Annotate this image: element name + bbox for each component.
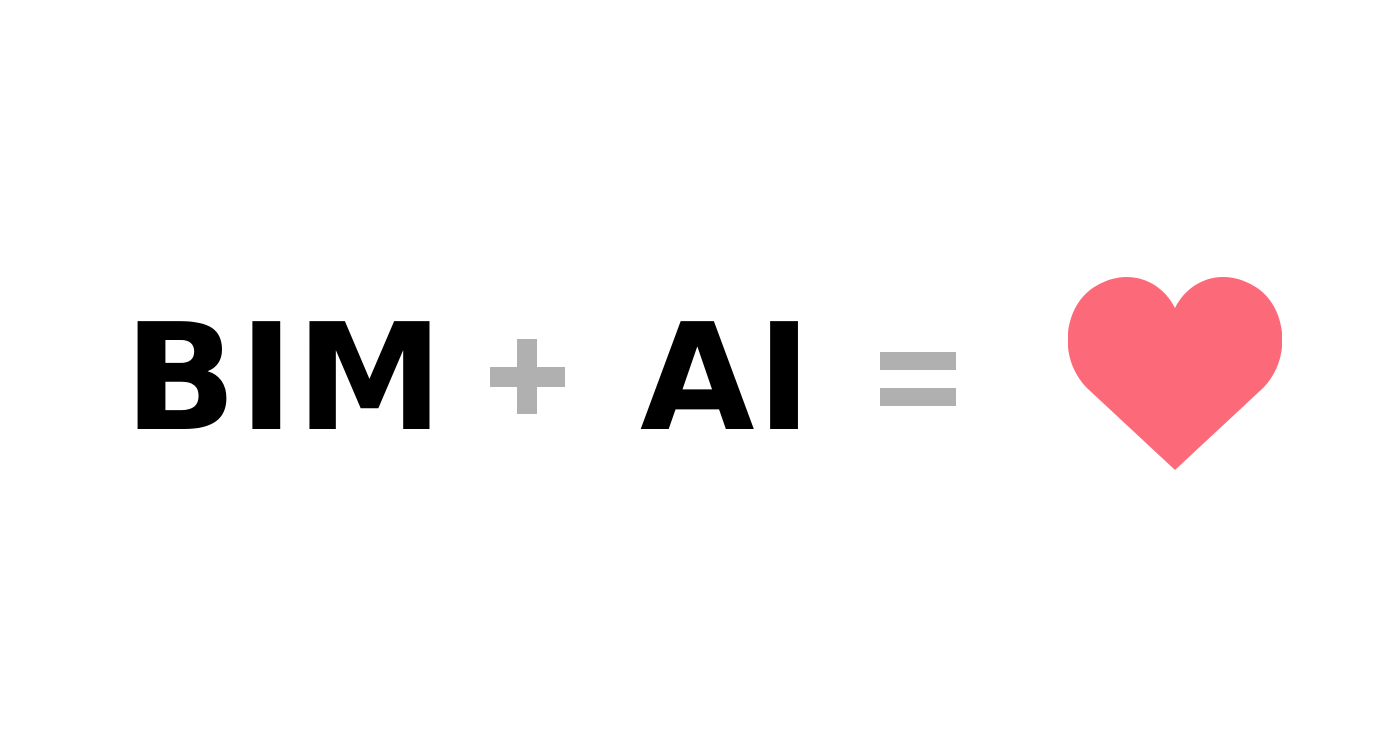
plus-vertical-bar [517, 339, 537, 414]
equals-sign [880, 352, 956, 406]
equals-top-bar [880, 352, 956, 370]
heart-shape [1068, 277, 1282, 470]
heart-icon [1068, 277, 1282, 470]
term-bim: BIM [124, 292, 446, 464]
equation-graphic: BIM AI [0, 0, 1400, 746]
plus-sign [490, 339, 565, 414]
equals-bottom-bar [880, 388, 956, 406]
term-ai: AI [640, 292, 814, 464]
